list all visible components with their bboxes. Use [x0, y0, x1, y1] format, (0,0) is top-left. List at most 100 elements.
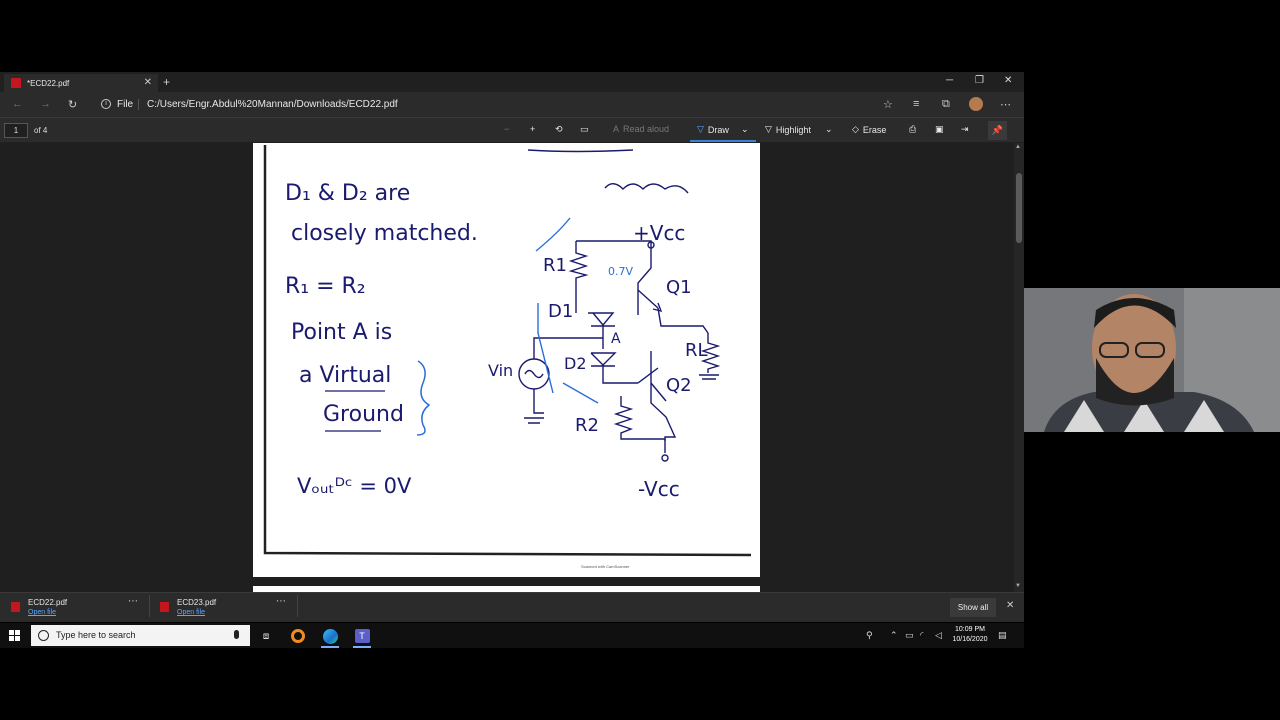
- pdf-file-icon: [160, 602, 169, 612]
- download-separator: [149, 595, 150, 617]
- open-file-link[interactable]: Open file: [28, 609, 56, 616]
- read-aloud-label: Read aloud: [623, 124, 670, 134]
- label-rl: RL: [685, 340, 708, 361]
- app-icon-orange[interactable]: [286, 626, 310, 646]
- network-icon[interactable]: ◜: [920, 630, 924, 641]
- url-scheme-label: File: [117, 99, 134, 110]
- eraser-icon: ◇: [852, 124, 859, 134]
- download-filename: ECD22.pdf: [28, 598, 68, 607]
- highlight-icon: ▽: [765, 124, 772, 134]
- label-vin: Vin: [488, 361, 513, 380]
- pdf-viewer[interactable]: D₁ & D₂ are closely matched. R₁ = R₂ Poi…: [0, 143, 1024, 592]
- draw-label: Draw: [707, 124, 729, 135]
- draw-button[interactable]: ▽ Draw ⌄: [697, 124, 748, 135]
- label-0-7v: 0.7V: [608, 265, 633, 278]
- highlight-chevron-down-icon[interactable]: ⌄: [825, 124, 833, 135]
- scroll-down-icon[interactable]: ▼: [1015, 583, 1021, 589]
- more-menu-icon[interactable]: ⋯: [1000, 98, 1011, 111]
- favorites-icon[interactable]: ≡: [913, 98, 919, 110]
- bullet-virtual: a Virtual: [299, 363, 391, 388]
- label-q1: Q1: [666, 277, 692, 298]
- bullet-vout-dc: Vₒᵤₜᴰᶜ = 0V: [297, 474, 412, 498]
- close-downloads-icon[interactable]: ✕: [1006, 600, 1014, 611]
- collections-icon[interactable]: ⧉: [942, 98, 950, 111]
- task-view-icon[interactable]: ⧈: [254, 626, 278, 646]
- label-vcc-neg: -Vcc: [638, 477, 680, 501]
- clock-time: 10:09 PM: [955, 626, 985, 633]
- microphone-icon[interactable]: [234, 630, 239, 639]
- address-separator: [138, 99, 139, 110]
- erase-label: Erase: [862, 124, 887, 135]
- label-d1: D1: [548, 301, 573, 322]
- highlight-button[interactable]: ▽ Highlight ⌄: [765, 124, 833, 135]
- desktop: *ECD22.pdf ✕ + ─ ❐ ✕ ← → ↻ i File C:/Use…: [0, 0, 1280, 720]
- back-icon[interactable]: ←: [12, 98, 23, 110]
- minimize-icon[interactable]: ─: [946, 75, 953, 86]
- zoom-out-icon[interactable]: −: [504, 124, 509, 134]
- bullet-resistors-equal: R₁ = R₂: [285, 274, 366, 299]
- volume-icon[interactable]: ◁: [935, 630, 942, 641]
- battery-icon[interactable]: ▭: [905, 630, 914, 641]
- draw-chevron-down-icon[interactable]: ⌄: [741, 124, 749, 135]
- zoom-in-icon[interactable]: +: [530, 124, 535, 134]
- close-tab-icon[interactable]: ✕: [144, 77, 152, 88]
- scrollbar-thumb[interactable]: [1016, 173, 1022, 243]
- erase-button[interactable]: ◇ Erase: [852, 124, 886, 135]
- downloads-bar: ECD22.pdf Open file ⋯ ECD23.pdf Open fil…: [0, 592, 1024, 622]
- read-aloud-icon: A: [613, 124, 620, 134]
- scanner-watermark: Scanned with CamScanner: [581, 564, 630, 569]
- presenter-video-image: [1024, 288, 1280, 432]
- read-aloud-button[interactable]: A Read aloud: [613, 124, 669, 134]
- download-more-icon[interactable]: ⋯: [128, 596, 138, 607]
- url-field[interactable]: C:/Users/Engr.Abdul%20Mannan/Downloads/E…: [147, 99, 398, 110]
- refresh-icon[interactable]: ↻: [68, 98, 77, 111]
- download-item[interactable]: ECD22.pdf Open file: [11, 598, 141, 618]
- teams-icon[interactable]: T: [350, 626, 374, 648]
- cortana-icon: [38, 630, 49, 641]
- label-r1: R1: [543, 255, 567, 276]
- show-all-button[interactable]: Show all: [950, 598, 996, 617]
- label-d2: D2: [564, 354, 587, 373]
- draw-active-indicator: [690, 140, 756, 142]
- show-hidden-icons-icon[interactable]: ⌃: [890, 630, 898, 641]
- bullet-closely-matched: closely matched.: [291, 221, 478, 246]
- notifications-icon[interactable]: ▤: [998, 630, 1007, 641]
- edge-icon[interactable]: [318, 626, 342, 648]
- pin-toolbar-icon[interactable]: 📌: [988, 121, 1007, 140]
- page-number-input[interactable]: 1: [4, 123, 28, 138]
- download-filename: ECD23.pdf: [177, 598, 217, 607]
- pdf-page-1: D₁ & D₂ are closely matched. R₁ = R₂ Poi…: [253, 143, 760, 577]
- new-tab-icon[interactable]: +: [163, 75, 170, 89]
- label-r2: R2: [575, 415, 599, 436]
- download-separator: [297, 595, 298, 617]
- download-more-icon[interactable]: ⋯: [276, 596, 286, 607]
- label-point-a: A: [611, 331, 621, 347]
- save-icon[interactable]: ▣: [935, 124, 944, 135]
- taskbar-clock[interactable]: 10:09 PM 10/16/2020: [948, 625, 992, 645]
- fit-page-icon[interactable]: ▭: [580, 124, 589, 135]
- scroll-up-icon[interactable]: ▲: [1015, 144, 1021, 150]
- print-icon[interactable]: ⎙: [909, 124, 916, 135]
- info-icon[interactable]: i: [101, 99, 111, 109]
- clock-date: 10/16/2020: [952, 636, 988, 643]
- favorite-star-icon[interactable]: ☆: [883, 98, 893, 111]
- open-file-link[interactable]: Open file: [177, 609, 205, 616]
- edge-browser-window: *ECD22.pdf ✕ + ─ ❐ ✕ ← → ↻ i File C:/Use…: [0, 72, 1024, 592]
- windows-start-icon[interactable]: [9, 630, 20, 641]
- download-item[interactable]: ECD23.pdf Open file: [160, 598, 290, 618]
- rotate-icon[interactable]: ⟲: [555, 124, 563, 135]
- save-as-icon[interactable]: ⇥: [961, 124, 969, 135]
- handwritten-notes: D₁ & D₂ are closely matched. R₁ = R₂ Poi…: [263, 145, 752, 557]
- profile-avatar[interactable]: [969, 97, 983, 111]
- search-placeholder: Type here to search: [56, 630, 136, 640]
- tab-bar: *ECD22.pdf ✕ + ─ ❐ ✕: [0, 72, 1024, 92]
- people-icon[interactable]: ⚲: [866, 630, 873, 641]
- taskbar-search-box[interactable]: Type here to search: [31, 625, 250, 646]
- restore-icon[interactable]: ❐: [975, 75, 984, 86]
- windows-taskbar: Type here to search ⧈ T ⚲ ⌃ ▭ ◜ ◁ 10:09 …: [0, 623, 1024, 648]
- close-window-icon[interactable]: ✕: [1004, 75, 1012, 86]
- tab-ecd22[interactable]: *ECD22.pdf ✕: [4, 74, 158, 92]
- bullet-point-a: Point A is: [291, 320, 392, 345]
- forward-icon[interactable]: →: [40, 98, 51, 110]
- vertical-scrollbar[interactable]: ▲ ▼: [1014, 143, 1024, 592]
